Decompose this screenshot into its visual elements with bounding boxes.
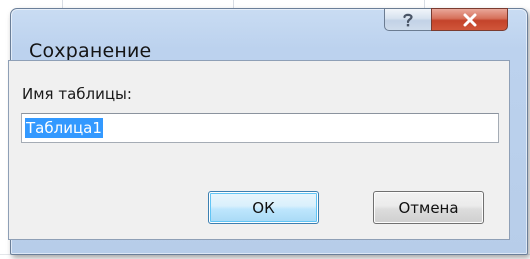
question-mark-icon <box>403 13 413 26</box>
table-name-selected-text: Таблица1 <box>25 118 103 138</box>
help-button[interactable] <box>384 8 432 31</box>
dialog-titlebar[interactable]: Сохранение <box>11 8 527 67</box>
table-name-label: Имя таблицы: <box>22 85 132 103</box>
cancel-button[interactable]: Отмена <box>373 191 484 224</box>
dialog-title: Сохранение <box>29 40 152 62</box>
table-name-input[interactable]: Таблица1 <box>21 113 499 143</box>
ok-button[interactable]: ОК <box>208 191 319 224</box>
close-x-icon <box>463 13 476 26</box>
close-button[interactable] <box>431 8 508 31</box>
